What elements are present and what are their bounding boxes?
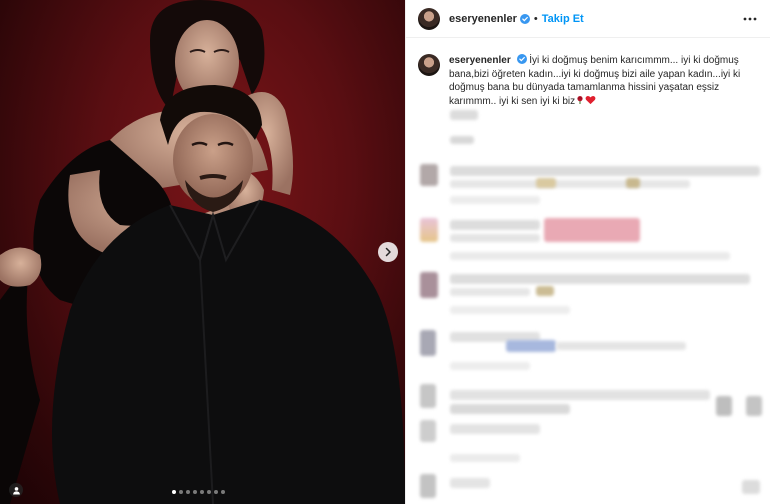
avatar[interactable] (420, 164, 438, 186)
user-icon (12, 486, 20, 495)
comment-actions (450, 362, 530, 370)
carousel-dot (207, 490, 211, 494)
comment-text (450, 166, 760, 176)
comment-text (450, 478, 490, 488)
post-details-panel: eseryenenler • Takip Et eseryenenler İyi… (405, 0, 770, 504)
comment-text (450, 234, 540, 242)
carousel-dot (193, 490, 197, 494)
comment-text (450, 404, 570, 414)
comment-text (450, 220, 540, 230)
verified-badge-icon (516, 54, 527, 64)
avatar[interactable] (420, 420, 436, 442)
comment-text (450, 288, 530, 296)
caption-avatar[interactable] (418, 54, 440, 76)
carousel-dot (214, 490, 218, 494)
more-options-icon (743, 17, 757, 20)
separator-dot: • (533, 12, 538, 25)
comment-actions (450, 196, 540, 204)
comment-like-icon[interactable] (742, 480, 760, 494)
verified-badge-icon (519, 13, 530, 24)
couple-photo (0, 0, 405, 504)
caption-username[interactable]: eseryenenler (449, 55, 511, 66)
post-header: eseryenenler • Takip Et (406, 0, 770, 38)
chevron-right-icon (385, 247, 391, 257)
comment-emoji-row (544, 218, 640, 242)
comment-text (450, 274, 750, 284)
comment-text (450, 180, 690, 188)
red-heart-icon (585, 95, 596, 104)
follow-button[interactable]: Takip Et (542, 13, 584, 25)
carousel-next-button[interactable] (378, 242, 398, 262)
avatar[interactable] (420, 474, 436, 498)
comment-text (450, 390, 710, 400)
avatar[interactable] (420, 218, 438, 242)
carousel-dot (200, 490, 204, 494)
carousel-indicators (172, 490, 225, 494)
avatar[interactable] (420, 330, 436, 356)
tagged-users-button[interactable] (9, 483, 23, 497)
more-options-button[interactable] (742, 11, 758, 27)
carousel-dot (186, 490, 190, 494)
comment-meta (450, 136, 474, 144)
comment-text (556, 342, 686, 350)
comment-actions (450, 306, 570, 314)
avatar[interactable] (420, 384, 436, 408)
comment-like-icon[interactable] (746, 396, 762, 416)
rose-icon (577, 95, 583, 104)
comment-timestamp (450, 110, 478, 120)
comment-mention[interactable] (506, 340, 556, 352)
comment-emoji (536, 286, 554, 296)
comment-emoji (626, 178, 640, 188)
carousel-dot (172, 490, 176, 494)
username-link[interactable]: eseryenenler (449, 13, 517, 25)
comment-emoji (536, 178, 556, 188)
carousel-dot (179, 490, 183, 494)
avatar[interactable] (420, 272, 438, 298)
avatar[interactable] (418, 7, 440, 30)
comment-like-icon[interactable] (716, 396, 732, 416)
carousel-dot (221, 490, 225, 494)
comment-actions (450, 454, 520, 462)
comment-text (450, 424, 540, 434)
post-photo[interactable] (0, 0, 405, 504)
post-caption: eseryenenler İyi ki doğmuş benim karıcım… (406, 38, 770, 108)
comment-actions (450, 252, 730, 260)
